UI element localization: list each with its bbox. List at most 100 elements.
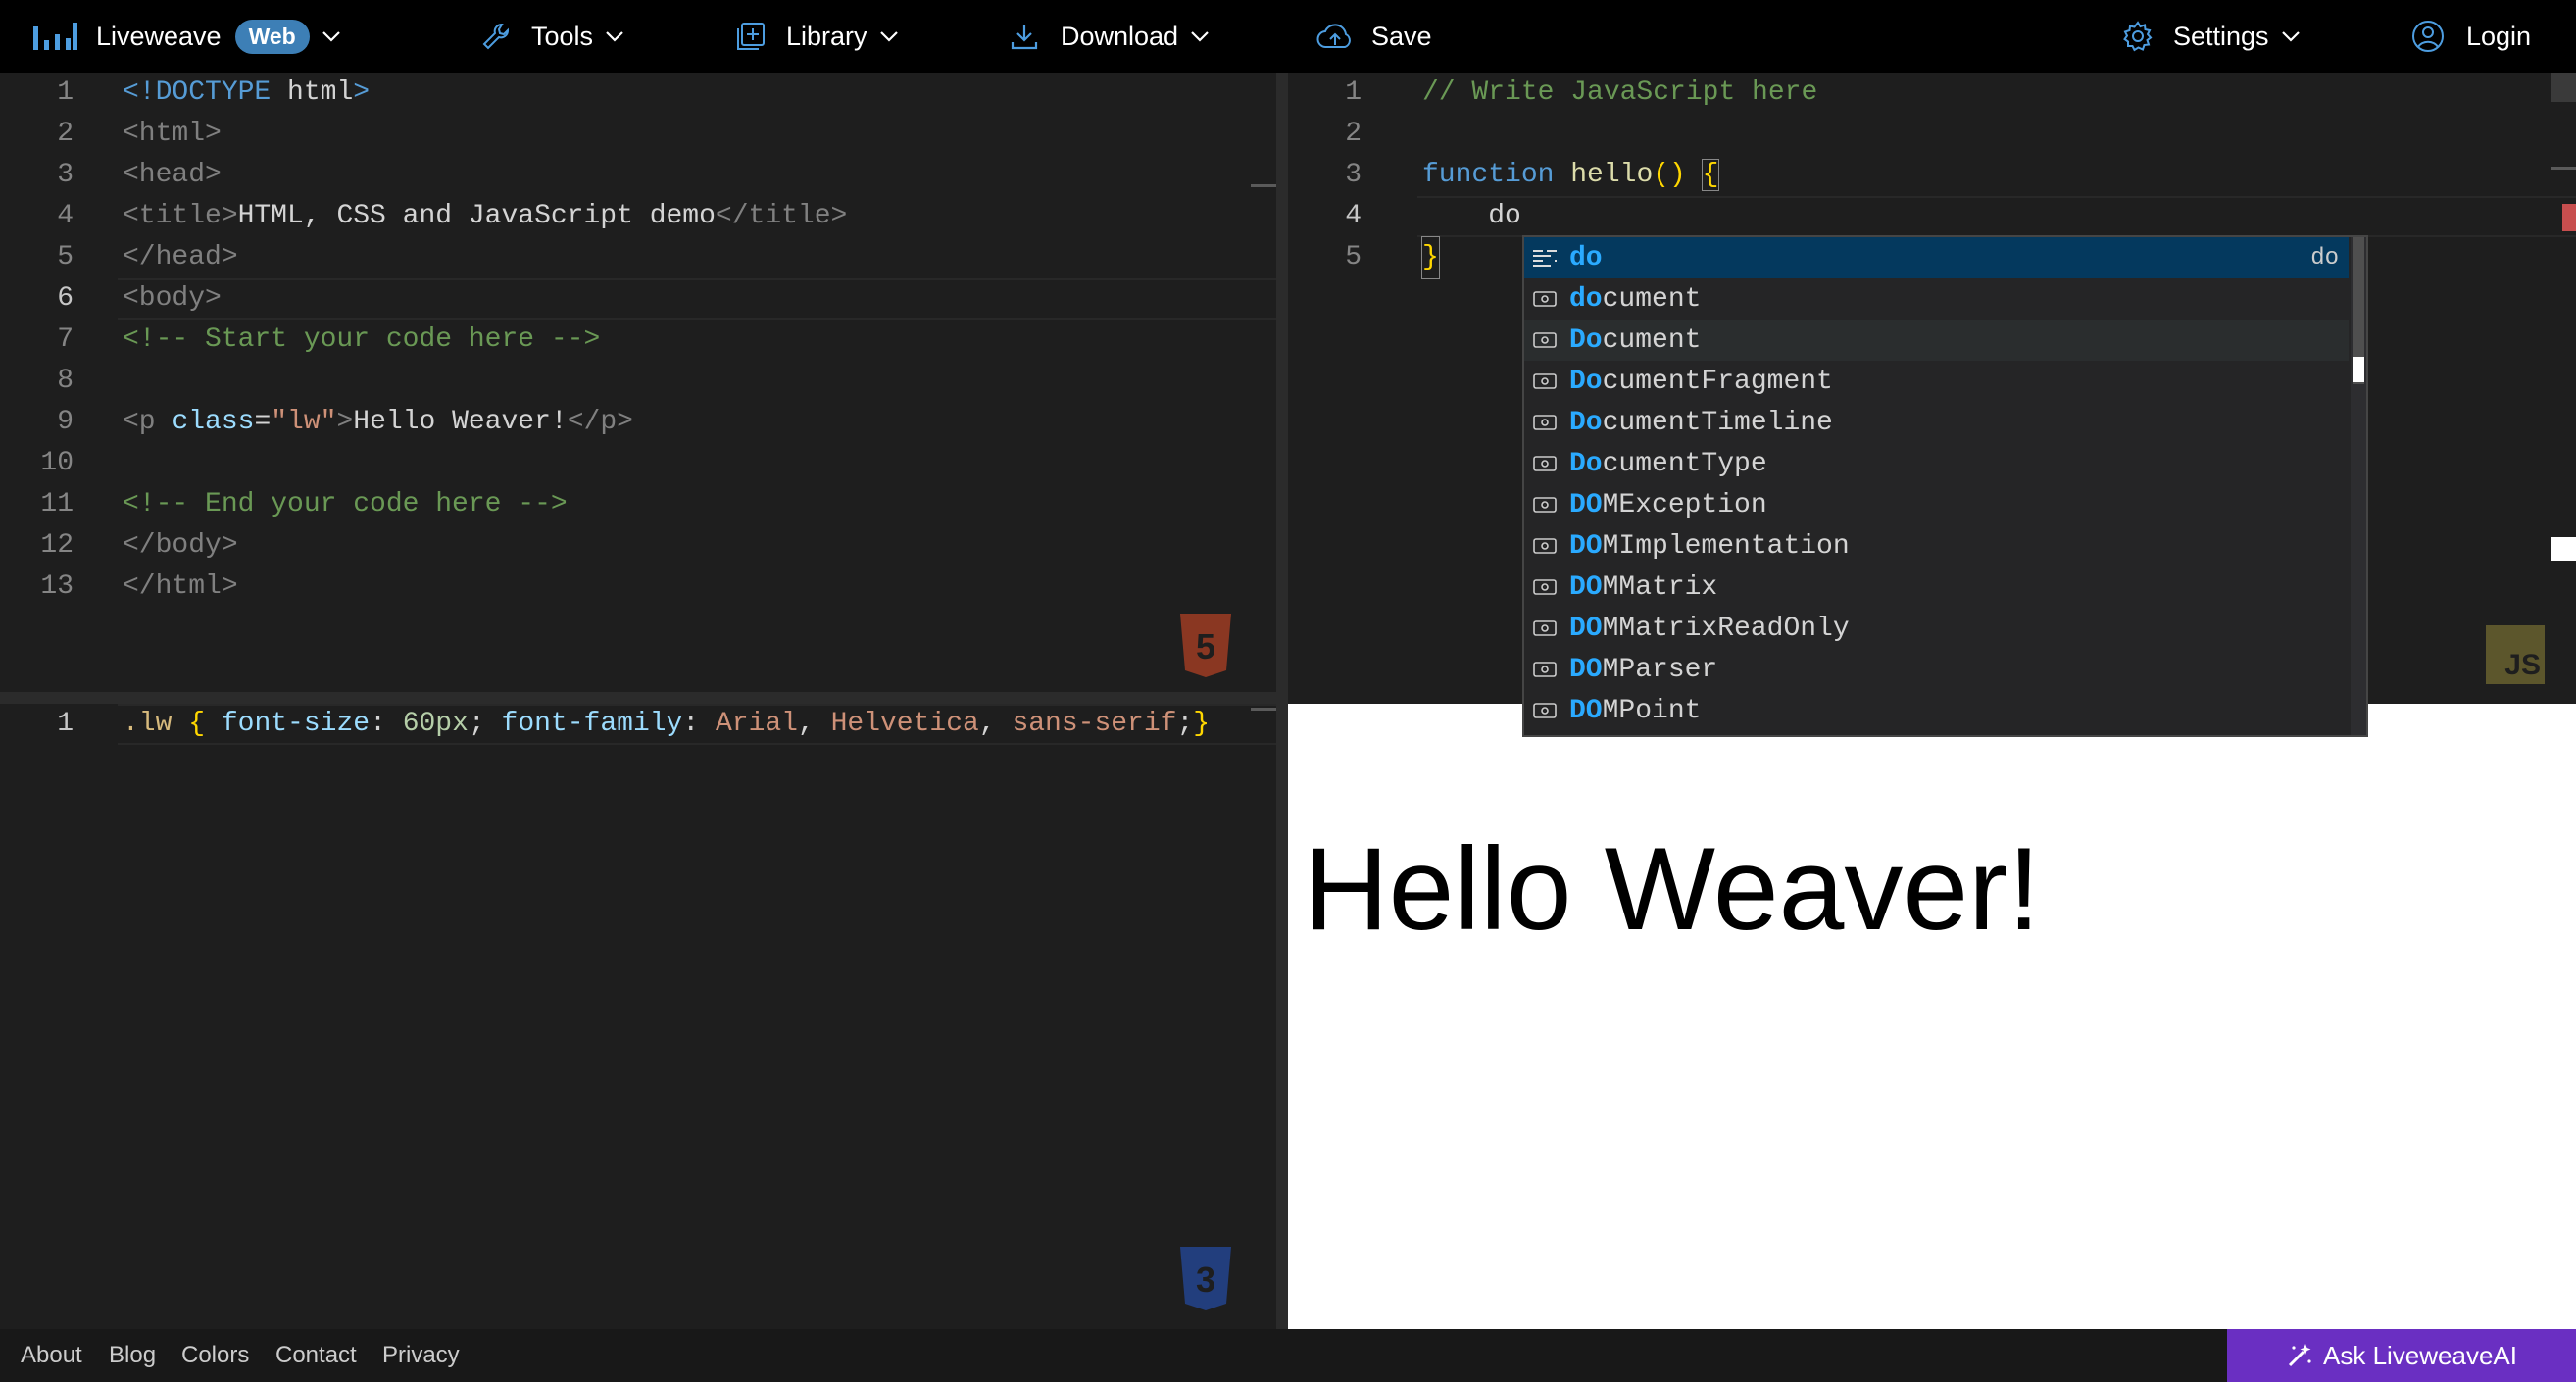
tag-token: </title>	[715, 201, 848, 231]
chevron-down-icon	[322, 30, 341, 42]
tools-label: Tools	[531, 21, 594, 51]
line-number: 4	[1345, 201, 1362, 231]
suggestion-scrollbar-indicator	[2353, 357, 2364, 382]
autocomplete-suggestions[interactable]: do do do cument Do cument Do cumentFragment…	[1522, 235, 2368, 737]
suggestion-item[interactable]: DO MImplementation	[1524, 525, 2349, 567]
suggestion-item[interactable]: do do	[1524, 237, 2349, 278]
suggestion-item[interactable]: Do cumentTimeline	[1524, 402, 2349, 443]
footer-link-privacy[interactable]: Privacy	[382, 1329, 460, 1382]
semicolon-token: ;	[1176, 709, 1194, 739]
overview-ruler-mark	[1251, 708, 1276, 711]
code-line: <head>	[123, 160, 222, 190]
suggestion-item[interactable]: do cument	[1524, 278, 2349, 320]
colon-token: :	[370, 709, 403, 739]
variable-icon	[1530, 690, 1560, 731]
code-line: .lw { font-size: 60px; font-family: Aria…	[123, 704, 1210, 745]
suggestion-rest: cument	[1602, 324, 1702, 356]
library-menu[interactable]: Library	[735, 0, 899, 73]
suggestion-match: Do	[1569, 366, 1603, 397]
semicolon-token: ;	[468, 709, 502, 739]
cloud-upload-icon	[1316, 22, 1354, 51]
ask-ai-label: Ask LiveweaveAI	[2323, 1340, 2517, 1370]
footer-link-about[interactable]: About	[21, 1329, 82, 1382]
code-line: <!DOCTYPE html>	[123, 73, 370, 114]
variable-icon	[1530, 567, 1560, 608]
save-label: Save	[1371, 21, 1432, 51]
chevron-down-icon	[2281, 30, 2301, 42]
line-number: 3	[1345, 160, 1362, 190]
tag-token: >	[336, 407, 354, 437]
text-token: HTML, CSS and JavaScript demo	[237, 201, 716, 231]
suggestion-item[interactable]: DO MParser	[1524, 649, 2349, 690]
footer-link-contact[interactable]: Contact	[275, 1329, 357, 1382]
web-badge: Web	[234, 19, 310, 54]
vertical-resize-handle[interactable]	[1276, 73, 1288, 1329]
download-menu[interactable]: Download	[1010, 0, 1210, 73]
code-line: <title>HTML, CSS and JavaScript demo</ti…	[123, 196, 847, 237]
variable-icon	[1530, 443, 1560, 484]
code-line: }	[1421, 236, 1440, 279]
code-line: // Write JavaScript here	[1422, 77, 1818, 108]
suggestion-item[interactable]: DO MMatrixReadOnly	[1524, 608, 2349, 649]
horizontal-resize-handle[interactable]	[0, 692, 1276, 704]
suggestion-rest: MImplementation	[1602, 530, 1850, 562]
suggestion-item[interactable]: DO MMatrix	[1524, 567, 2349, 608]
login-button[interactable]: Login	[2411, 0, 2531, 73]
current-line-highlight	[1417, 196, 2576, 237]
property-token: font-size	[221, 709, 371, 739]
ask-ai-button[interactable]: Ask LiveweaveAI	[2227, 1329, 2576, 1382]
code-line: </body>	[123, 530, 238, 561]
brace-token: {	[1701, 159, 1720, 191]
suggestion-item[interactable]: Do cument	[1524, 320, 2349, 361]
code-line: <!-- End your code here -->	[123, 489, 568, 519]
preview-pane[interactable]: Hello Weaver!	[1288, 704, 2576, 1329]
line-number: 10	[40, 448, 74, 478]
string-token: "lw"	[271, 407, 337, 437]
settings-menu[interactable]: Settings	[2122, 0, 2301, 73]
suggestion-match: DO	[1569, 530, 1603, 562]
suggestion-match: do	[1569, 283, 1603, 315]
login-label: Login	[2466, 21, 2532, 51]
line-number: 13	[40, 571, 74, 602]
comma-token: ,	[978, 709, 1013, 739]
suggestion-rest: cumentFragment	[1602, 366, 1833, 397]
top-bar: Liveweave Web Tools Library Download Sav…	[0, 0, 2576, 73]
footer-link-blog[interactable]: Blog	[109, 1329, 156, 1382]
css-editor[interactable]: 1 .lw { font-size: 60px; font-family: Ar…	[0, 704, 1276, 1329]
line-number: 9	[57, 407, 74, 437]
value-token: Helvetica	[830, 709, 979, 739]
brand-menu[interactable]: Liveweave Web	[31, 0, 341, 73]
code-line: <p class="lw">Hello Weaver!</p>	[123, 402, 633, 443]
overview-ruler-mark	[2551, 167, 2576, 170]
value-token: 60px	[402, 709, 469, 739]
footer-link-colors[interactable]: Colors	[181, 1329, 249, 1382]
save-button[interactable]: Save	[1316, 0, 1432, 73]
variable-icon	[1530, 608, 1560, 649]
wrench-icon	[480, 21, 512, 52]
line-number: 11	[40, 489, 74, 519]
html-editor[interactable]: 1 2 3 4 5 6 7 8 9 10 11 12 13 <!DOCTYPE …	[0, 73, 1276, 692]
suggestion-item[interactable]: Do cumentType	[1524, 443, 2349, 484]
tools-menu[interactable]: Tools	[480, 0, 624, 73]
preview-heading: Hello Weaver!	[1304, 823, 2041, 955]
variable-icon	[1530, 361, 1560, 402]
scrollbar-thumb[interactable]	[2551, 73, 2576, 102]
chevron-down-icon	[879, 30, 899, 42]
attr-token: class	[172, 407, 255, 437]
chevron-down-icon	[605, 30, 624, 42]
css3-badge-icon: 3	[1176, 1245, 1235, 1313]
snippet-icon	[1530, 237, 1560, 278]
svg-text:5: 5	[1196, 626, 1215, 666]
variable-icon	[1530, 525, 1560, 567]
suggestion-match: Do	[1569, 407, 1603, 438]
suggestion-scrollbar-track[interactable]	[2351, 237, 2366, 735]
js-badge-icon: JS	[2486, 625, 2545, 684]
brace-token: {	[172, 709, 222, 739]
suggestion-item[interactable]: DO MException	[1524, 484, 2349, 525]
suggestion-item[interactable]: DO MPoint	[1524, 690, 2349, 731]
brace-token: }	[1193, 709, 1211, 739]
suggestion-match: do	[1569, 242, 1603, 273]
js-badge-label: JS	[2504, 649, 2541, 681]
suggestion-item[interactable]: Do cumentFragment	[1524, 361, 2349, 402]
line-number: 5	[1345, 242, 1362, 272]
